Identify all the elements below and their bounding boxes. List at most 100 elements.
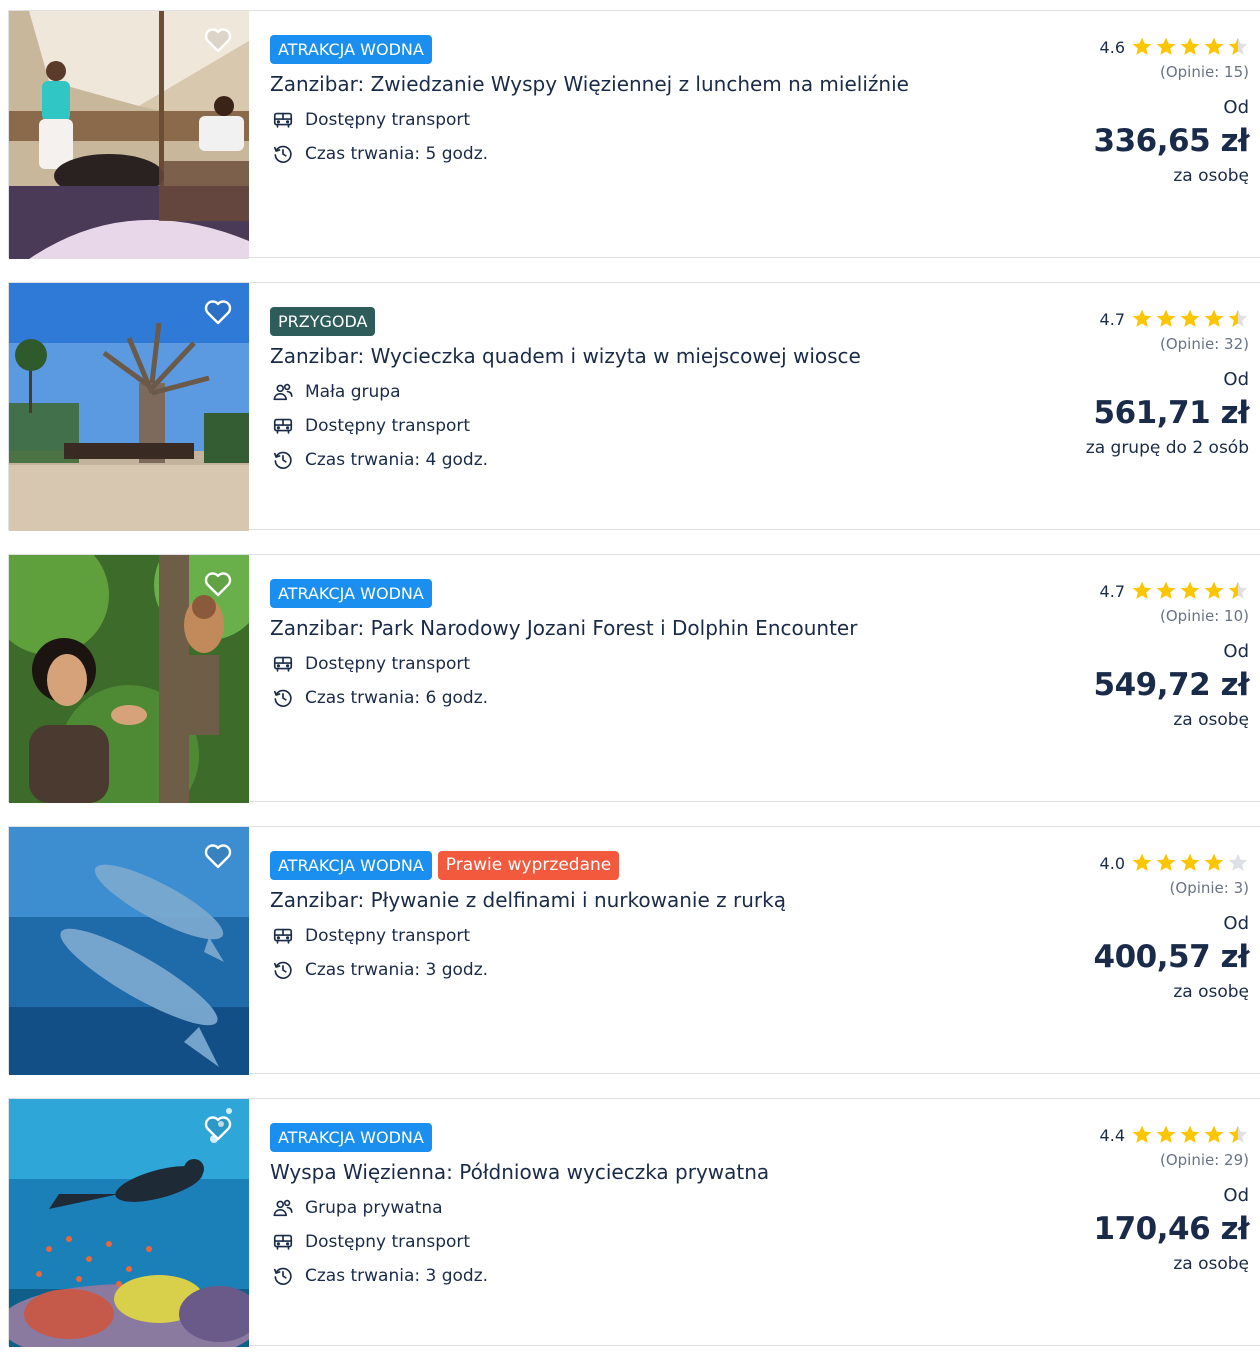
price-from-label: Od <box>1223 369 1249 390</box>
feature-label: Czas trwania: 3 godz. <box>305 960 489 980</box>
offer-feature: Dostępny transport <box>270 647 970 681</box>
offer-title[interactable]: Zanzibar: Zwiedzanie Wyspy Więziennej z … <box>270 67 970 101</box>
star-icon <box>1204 309 1224 327</box>
badge-row: ATRAKCJA WODNA <box>270 579 970 609</box>
price-from-label: Od <box>1223 913 1249 934</box>
offer-card[interactable]: ATRAKCJA WODNA Zanzibar: Park Narodowy J… <box>8 554 1260 803</box>
rating: 4.4 <box>1100 1123 1249 1147</box>
review-count: (Opinie: 3) <box>1169 879 1249 897</box>
offer-list: ATRAKCJA WODNA Zanzibar: Zwiedzanie Wysp… <box>0 0 1260 1354</box>
sailboat-photo[interactable] <box>9 11 249 259</box>
star-icon <box>1228 309 1248 327</box>
offer-title[interactable]: Zanzibar: Wycieczka quadem i wizyta w mi… <box>270 339 970 373</box>
offer-feature: Dostępny transport <box>270 409 970 443</box>
badge-category: ATRAKCJA WODNA <box>270 579 432 608</box>
offer-title[interactable]: Zanzibar: Park Narodowy Jozani Forest i … <box>270 611 970 645</box>
offer-card[interactable]: ATRAKCJA WODNA Prawie wyprzedane Zanzibar… <box>8 826 1260 1075</box>
rating-value: 4.0 <box>1099 853 1125 873</box>
offer-title[interactable]: Wyspa Więzienna: Półdniowa wycieczka pry… <box>270 1155 970 1189</box>
rating-stars <box>1131 1124 1249 1146</box>
offer-feature: Czas trwania: 6 godz. <box>270 681 970 715</box>
star-icon <box>1228 1125 1248 1143</box>
badge-category: ATRAKCJA WODNA <box>270 1123 432 1152</box>
clock-icon <box>272 959 294 981</box>
price-unit: za osobę <box>1173 710 1249 730</box>
price-from-label: Od <box>1223 1185 1249 1206</box>
price-panel: 4.7 (Opinie: 32) Od 561,71 zł za grupę d… <box>949 283 1250 531</box>
dolphins-photo[interactable] <box>9 827 249 1075</box>
star-icon <box>1228 37 1248 55</box>
feature-label: Grupa prywatna <box>305 1198 443 1218</box>
feature-label: Dostępny transport <box>305 654 471 674</box>
offer-card[interactable]: ATRAKCJA WODNA Zanzibar: Zwiedzanie Wysp… <box>8 10 1260 259</box>
feature-label: Dostępny transport <box>305 110 471 130</box>
rating: 4.7 <box>1100 579 1249 603</box>
star-icon <box>1204 853 1224 871</box>
star-icon <box>1228 853 1248 871</box>
price-from-label: Od <box>1223 97 1249 118</box>
feature-label: Dostępny transport <box>305 926 471 946</box>
price: 170,46 zł <box>1093 1211 1250 1247</box>
price-unit: za osobę <box>1173 166 1249 186</box>
rating-stars <box>1131 852 1249 874</box>
bus-icon <box>272 653 294 675</box>
star-icon <box>1204 37 1224 55</box>
star-icon <box>1156 309 1176 327</box>
rating-stars <box>1131 580 1249 602</box>
offer-details: ATRAKCJA WODNA Prawie wyprzedane Zanzibar… <box>270 851 970 987</box>
rating: 4.6 <box>1100 35 1249 59</box>
offer-card[interactable]: ATRAKCJA WODNA Wyspa Więzienna: Półdniow… <box>8 1098 1260 1347</box>
review-count: (Opinie: 15) <box>1159 63 1249 81</box>
offer-feature: Dostępny transport <box>270 103 970 137</box>
heart-icon[interactable] <box>203 25 233 55</box>
heart-icon[interactable] <box>203 841 233 871</box>
star-icon <box>1204 1125 1224 1143</box>
feature-label: Czas trwania: 5 godz. <box>305 144 489 164</box>
diver-reef-photo[interactable] <box>9 1099 249 1347</box>
price-from-label: Od <box>1223 641 1249 662</box>
badge-row: ATRAKCJA WODNA <box>270 1123 970 1153</box>
group-icon <box>272 1197 294 1219</box>
rating-value: 4.6 <box>1099 37 1125 57</box>
offer-details: ATRAKCJA WODNA Wyspa Więzienna: Półdniow… <box>270 1123 970 1293</box>
heart-icon[interactable] <box>203 569 233 599</box>
star-icon <box>1180 853 1200 871</box>
offer-feature: Czas trwania: 5 godz. <box>270 137 970 171</box>
review-count: (Opinie: 10) <box>1159 607 1249 625</box>
feature-label: Dostępny transport <box>305 1232 471 1252</box>
offer-details: PRZYGODA Zanzibar: Wycieczka quadem i wi… <box>270 307 970 477</box>
feature-list: Dostępny transport Czas trwania: 6 godz. <box>270 647 970 715</box>
price-panel: 4.6 (Opinie: 15) Od 336,65 zł za osobę <box>949 11 1250 259</box>
feature-label: Mała grupa <box>305 382 401 402</box>
offer-title[interactable]: Zanzibar: Pływanie z delfinami i nurkowa… <box>270 883 970 917</box>
offer-feature: Czas trwania: 4 godz. <box>270 443 970 477</box>
badge-almost-sold-out: Prawie wyprzedane <box>437 851 620 880</box>
star-icon <box>1156 853 1176 871</box>
badge-row: ATRAKCJA WODNA <box>270 35 970 65</box>
group-icon <box>272 381 294 403</box>
star-icon <box>1204 581 1224 599</box>
star-icon <box>1132 853 1152 871</box>
star-icon <box>1180 309 1200 327</box>
offer-feature: Dostępny transport <box>270 1225 970 1259</box>
star-icon <box>1180 581 1200 599</box>
feature-list: Dostępny transport Czas trwania: 5 godz. <box>270 103 970 171</box>
star-icon <box>1132 309 1152 327</box>
clock-icon <box>272 1265 294 1287</box>
forest-monkey-photo[interactable] <box>9 555 249 803</box>
clock-icon <box>272 687 294 709</box>
rating-value: 4.4 <box>1099 1125 1125 1145</box>
rating-value: 4.7 <box>1099 309 1125 329</box>
review-count: (Opinie: 32) <box>1159 335 1249 353</box>
clock-icon <box>272 143 294 165</box>
heart-icon[interactable] <box>203 297 233 327</box>
baobab-quads-photo[interactable] <box>9 283 249 531</box>
offer-card[interactable]: PRZYGODA Zanzibar: Wycieczka quadem i wi… <box>8 282 1260 531</box>
feature-label: Dostępny transport <box>305 416 471 436</box>
offer-feature: Czas trwania: 3 godz. <box>270 953 970 987</box>
price-panel: 4.0 (Opinie: 3) Od 400,57 zł za osobę <box>949 827 1250 1075</box>
feature-label: Czas trwania: 6 godz. <box>305 688 489 708</box>
price: 336,65 zł <box>1093 123 1250 159</box>
heart-icon[interactable] <box>203 1113 233 1143</box>
price-unit: za grupę do 2 osób <box>1085 438 1249 458</box>
